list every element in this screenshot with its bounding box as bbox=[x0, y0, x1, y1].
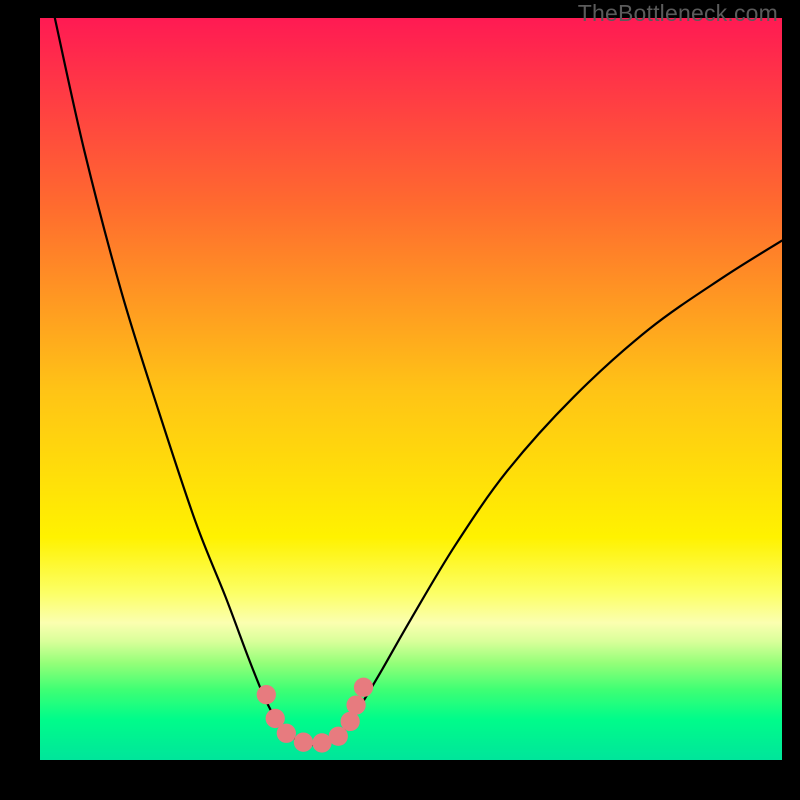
plot-area bbox=[40, 18, 782, 760]
data-marker bbox=[294, 733, 313, 752]
data-marker bbox=[257, 685, 276, 704]
chart-svg bbox=[40, 18, 782, 760]
data-marker bbox=[277, 724, 296, 743]
outer-frame: TheBottleneck.com bbox=[0, 0, 800, 800]
data-marker bbox=[346, 695, 365, 714]
data-marker bbox=[354, 678, 373, 697]
